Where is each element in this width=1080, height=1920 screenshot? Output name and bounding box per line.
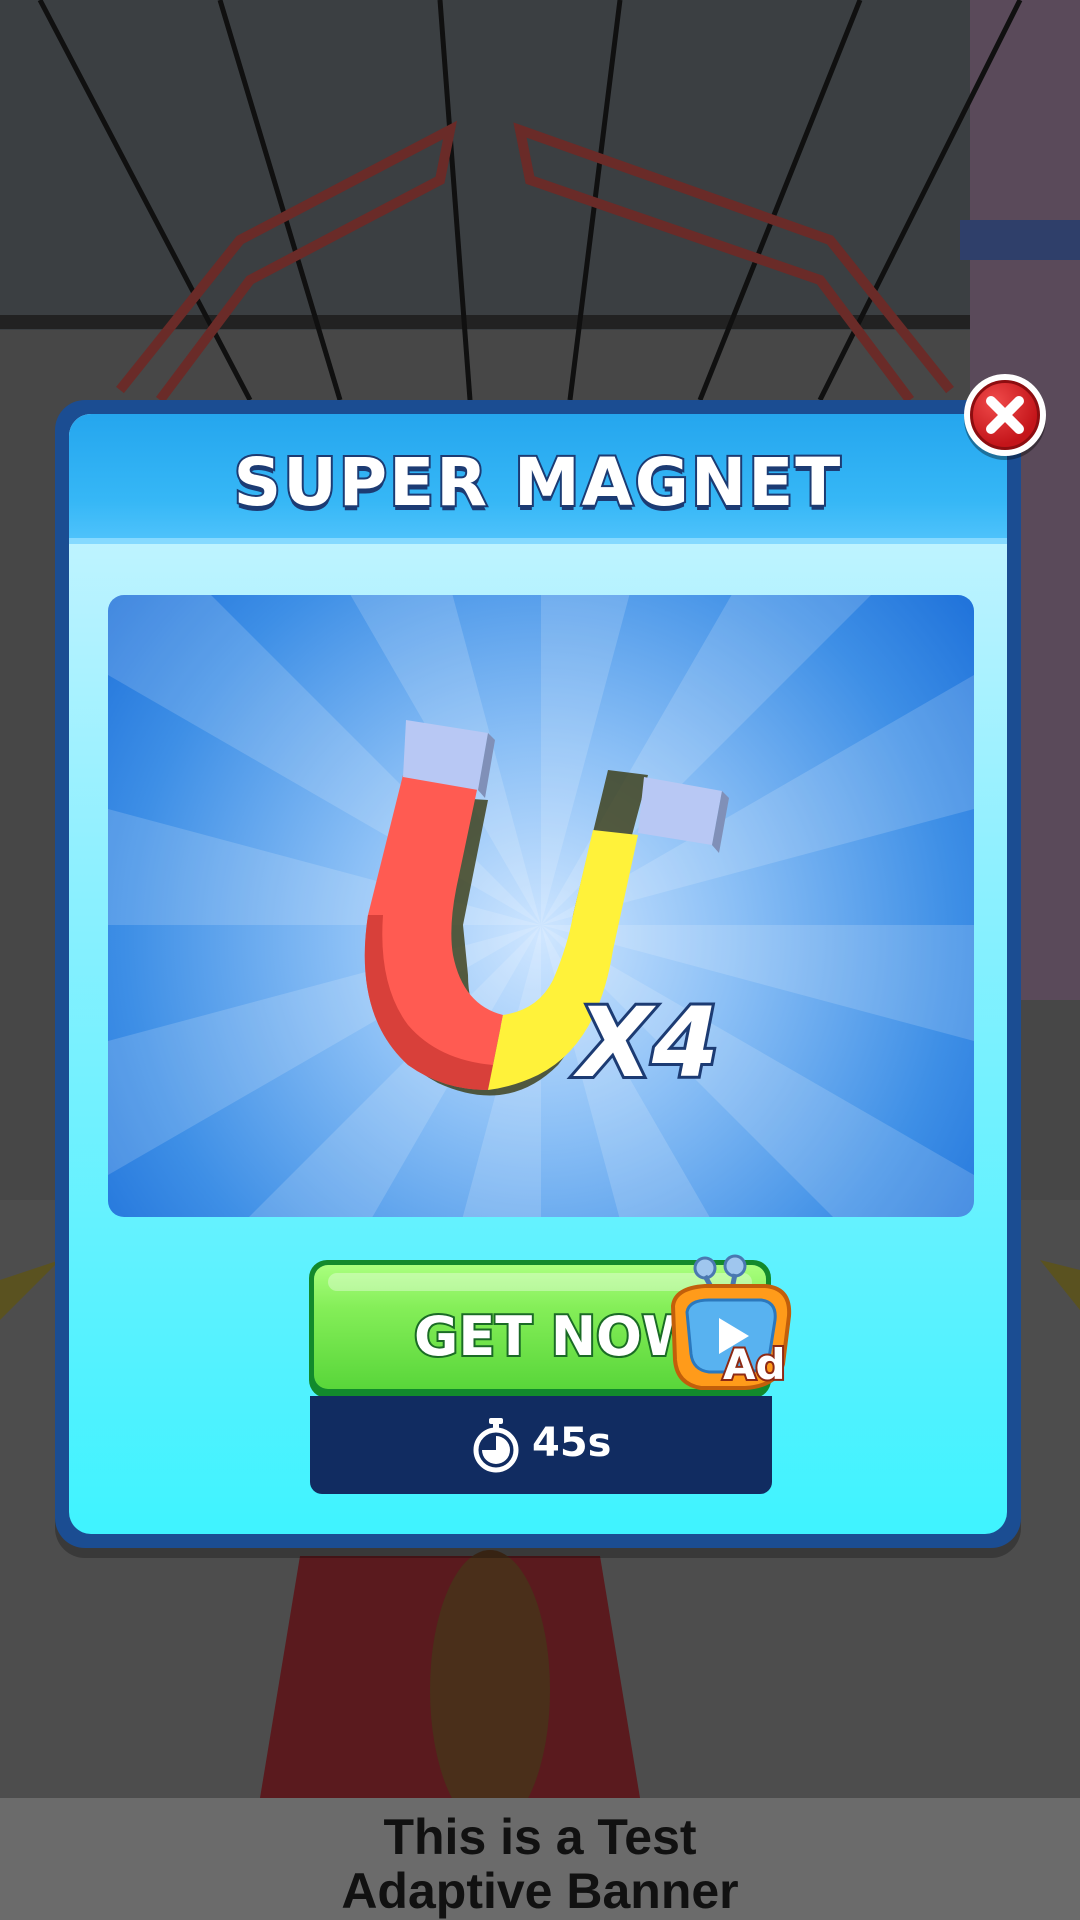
watch-ad-badge[interactable]: Ad	[665, 1254, 797, 1398]
super-magnet-dialog: SUPER MAGNET X4 GET NOW Ad 45s	[55, 400, 1021, 1548]
dialog-header: SUPER MAGNET	[69, 414, 1007, 544]
close-icon	[986, 396, 1024, 434]
banner-line-2: Adaptive Banner	[341, 1863, 739, 1919]
test-banner-ad[interactable]: This is a Test Adaptive Banner	[0, 1798, 1080, 1920]
close-button-disc[interactable]	[970, 380, 1040, 450]
magnet-icon	[364, 720, 729, 1096]
magnet-multiplier: X4	[575, 984, 722, 1102]
banner-line-1: This is a Test	[383, 1809, 697, 1865]
timer-bar: 45s	[310, 1396, 772, 1494]
get-now-label: GET NOW	[412, 1303, 704, 1370]
prize-panel: X4	[108, 595, 974, 1217]
stopwatch-icon	[473, 1418, 519, 1473]
timer-text: 45s	[532, 1420, 612, 1466]
dialog-body: SUPER MAGNET X4 GET NOW Ad 45s	[69, 414, 1007, 1534]
ad-label: Ad	[721, 1338, 788, 1391]
dialog-title: SUPER MAGNET	[232, 442, 843, 523]
close-button[interactable]	[964, 374, 1046, 456]
